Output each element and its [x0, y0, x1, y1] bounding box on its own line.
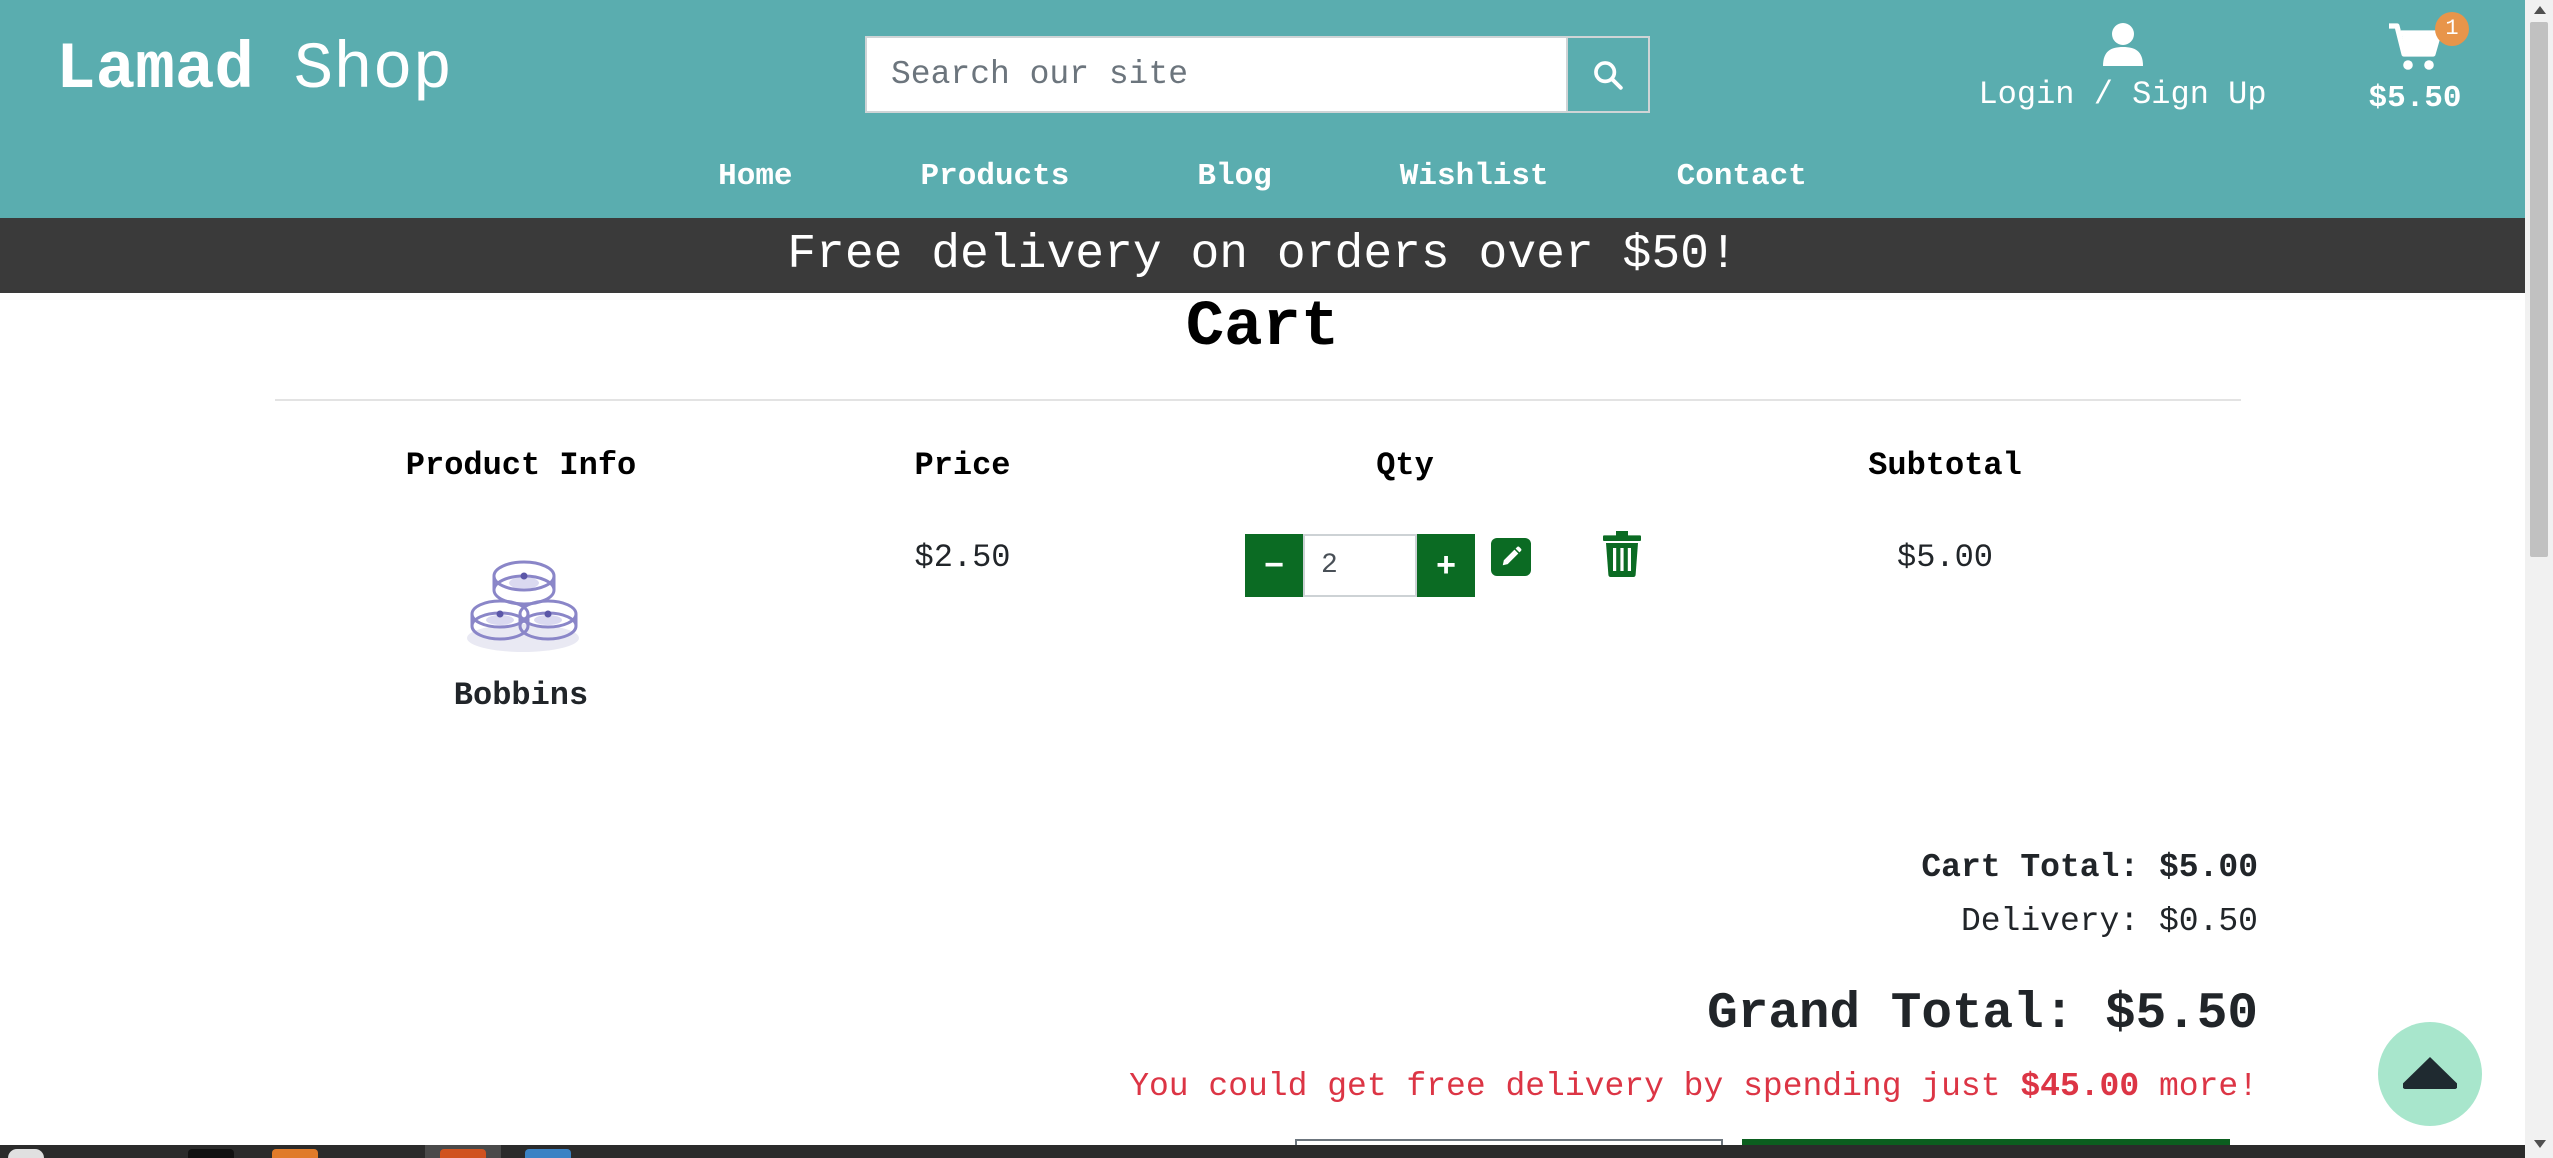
free-delivery-message: You could get free delivery by spending …: [1129, 1066, 2258, 1108]
header-subtotal: Subtotal: [1868, 447, 2022, 484]
search-form: [865, 36, 1650, 113]
product-subtotal: $5.00: [1896, 539, 1993, 576]
promo-banner: Free delivery on orders over $50!: [0, 218, 2525, 293]
taskbar-start-icon[interactable]: [8, 1149, 44, 1158]
cart-total-header: $5.50: [2368, 81, 2462, 116]
scroll-up-arrow-icon[interactable]: [2534, 6, 2546, 14]
trash-icon: [1603, 531, 1641, 577]
cart-total: Cart Total: $5.00: [1921, 849, 2258, 886]
quantity-stepper: − +: [1245, 534, 1475, 597]
account-link[interactable]: Login / Sign Up: [1970, 22, 2275, 115]
page-title: Cart: [1185, 292, 1340, 364]
qty-input[interactable]: [1303, 534, 1417, 597]
taskbar-app-icon[interactable]: [525, 1149, 571, 1158]
product-name[interactable]: Bobbins: [380, 676, 662, 716]
site-logo[interactable]: Lamad Shop: [56, 30, 452, 110]
nav-home[interactable]: Home: [654, 155, 856, 205]
free-delivery-suffix: more!: [2139, 1068, 2258, 1105]
search-button[interactable]: [1566, 38, 1648, 111]
taskbar-app-icon[interactable]: [272, 1149, 318, 1158]
nav-wishlist[interactable]: Wishlist: [1336, 155, 1613, 205]
qty-increase-button[interactable]: +: [1417, 534, 1475, 597]
cart-link[interactable]: 1 $5.50: [2350, 12, 2480, 119]
shopping-cart-icon: [2389, 23, 2442, 70]
page-scrollbar[interactable]: [2525, 0, 2553, 1158]
header-qty: Qty: [1376, 447, 1434, 484]
os-taskbar: [0, 1145, 2525, 1158]
logo-light-text: Shop: [293, 32, 453, 107]
taskbar-app-icon[interactable]: [188, 1149, 234, 1158]
update-qty-button[interactable]: [1491, 538, 1531, 576]
nav-products[interactable]: Products: [857, 155, 1134, 205]
main-nav: Home Products Blog Wishlist Contact: [0, 155, 2525, 205]
title-divider: [275, 399, 2241, 401]
product-image[interactable]: [452, 534, 594, 664]
delete-item-button[interactable]: [1603, 531, 1641, 577]
logo-bold-text: Lamad: [56, 32, 255, 107]
header-price: Price: [914, 447, 1011, 484]
delivery-cost: Delivery: $0.50: [1960, 903, 2258, 940]
product-price: $2.50: [914, 539, 1011, 576]
search-icon: [1594, 60, 1623, 90]
scrollbar-thumb[interactable]: [2530, 22, 2548, 557]
free-delivery-prefix: You could get free delivery by spending …: [1129, 1068, 2021, 1105]
scroll-down-arrow-icon[interactable]: [2534, 1140, 2546, 1148]
pencil-icon: [1502, 546, 1522, 566]
account-label: Login / Sign Up: [1978, 76, 2267, 113]
scroll-to-top-button[interactable]: [2378, 1022, 2482, 1126]
site-header: Lamad Shop Login / Sign Up 1 $: [0, 0, 2525, 218]
cart-icon-wrap: 1: [2389, 12, 2469, 72]
user-icon: [2102, 23, 2143, 66]
cart-count-badge: 1: [2435, 12, 2469, 46]
nav-blog[interactable]: Blog: [1133, 155, 1335, 205]
free-delivery-amount: $45.00: [2020, 1068, 2140, 1105]
chevron-up-icon: [2403, 1057, 2457, 1089]
qty-decrease-button[interactable]: −: [1245, 534, 1303, 597]
nav-contact[interactable]: Contact: [1613, 155, 1871, 205]
header-product-info: Product Info: [405, 447, 637, 484]
taskbar-browser-icon[interactable]: [440, 1149, 486, 1158]
grand-total: Grand Total: $5.50: [1707, 986, 2258, 1043]
search-input[interactable]: [867, 38, 1566, 111]
